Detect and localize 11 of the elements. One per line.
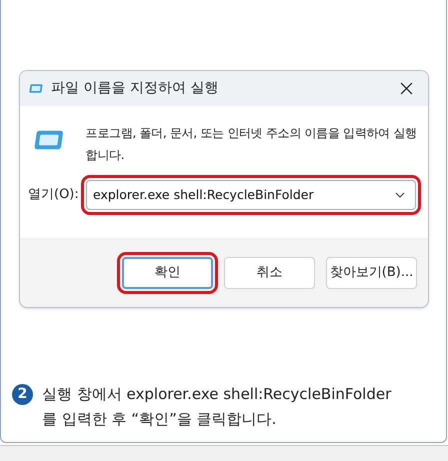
description-text: 프로그램, 폴더, 문서, 또는 인터넷 주소의 이름을 입력하여 실행합니다. <box>86 125 418 164</box>
window-title: 파일 이름을 지정하여 실행 <box>51 79 220 98</box>
run-icon <box>32 128 64 152</box>
instruction-text: 실행 창에서 explorer.exe shell:RecycleBinFolder <box>42 384 392 405</box>
run-icon <box>28 83 43 94</box>
dialog-button[interactable]: 취소 <box>224 257 315 289</box>
dropdown-caret-icon[interactable] <box>395 192 405 198</box>
instruction-text: 를 입력한 후 “확인”을 클릭합니다. <box>42 409 278 430</box>
open-label: 열기(O): <box>28 186 80 204</box>
close-icon <box>400 82 412 95</box>
dialog-button[interactable]: 찾아보기(B)... <box>326 257 417 289</box>
